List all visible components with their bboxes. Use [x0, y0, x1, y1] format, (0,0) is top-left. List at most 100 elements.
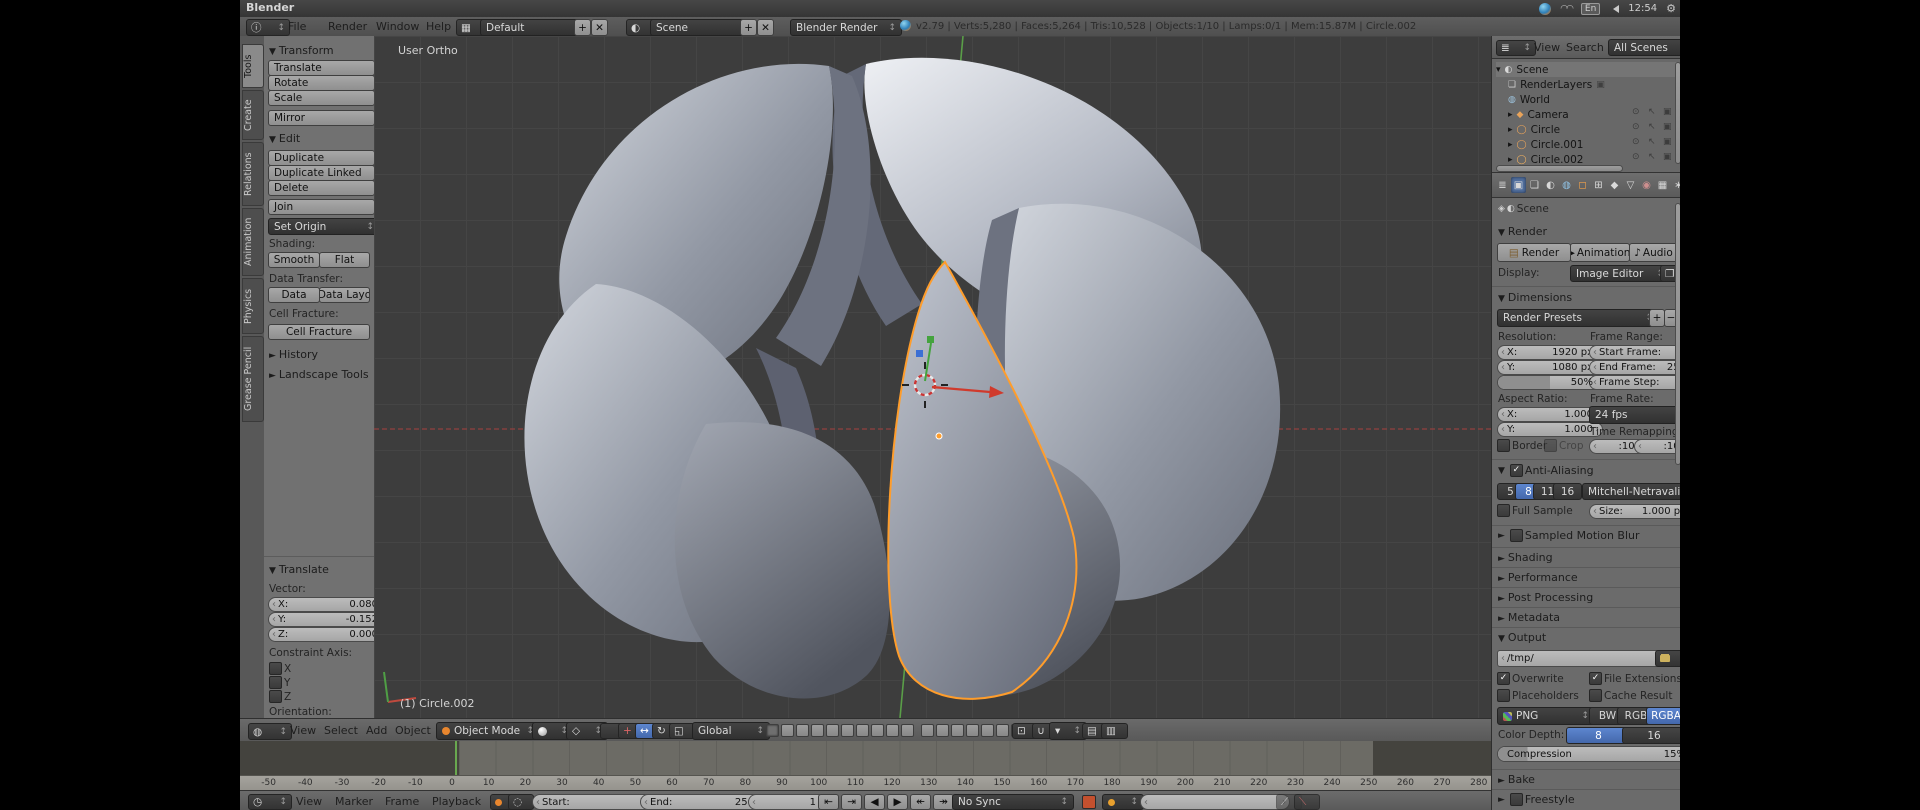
panel-header-metadata[interactable]: ►Metadata	[1498, 611, 1560, 624]
settings-gear-icon[interactable]: ⚙	[1666, 2, 1676, 15]
tab-tools[interactable]: Tools	[242, 44, 264, 88]
tab-world[interactable]: ◍	[1559, 177, 1574, 193]
animation-button[interactable]: ▸Animation	[1570, 243, 1630, 262]
wifi-icon[interactable]: ◠◠	[1560, 4, 1572, 14]
panel-header-shading[interactable]: ►Shading	[1498, 551, 1553, 564]
frame-step-field[interactable]: Frame Step:1	[1589, 375, 1680, 390]
flat-button[interactable]: Flat	[319, 252, 370, 268]
mode-selector[interactable]: Object Mode↕	[436, 722, 540, 740]
render-toggle-icon[interactable]: ▣	[1663, 122, 1672, 132]
panel-header-dimensions[interactable]: ▼Dimensions	[1498, 291, 1572, 304]
render-opengl-anim-button[interactable]: ▥	[1101, 723, 1128, 739]
scene-selector[interactable]: Scene	[650, 19, 750, 36]
crop-row[interactable]: Crop	[1544, 439, 1584, 452]
data-button[interactable]: Data	[268, 287, 320, 303]
panel-header-translate-operator[interactable]: ▼Translate	[269, 563, 329, 576]
vector-x-field[interactable]: X:0.080	[268, 597, 388, 612]
frame-rate-selector[interactable]: 24 fps↕	[1589, 406, 1680, 424]
panel-header-landscape-tools[interactable]: ►Landscape Tools	[269, 368, 369, 381]
folder-browse-button[interactable]	[1655, 650, 1680, 667]
editor-type-button[interactable]: ⓘ↕	[246, 19, 290, 36]
panel-header-bake[interactable]: ►Bake	[1498, 773, 1535, 786]
render-button[interactable]: ▤Render	[1497, 243, 1571, 262]
resolution-percentage-slider[interactable]: 50%	[1497, 375, 1603, 390]
expand-icon[interactable]: ▸	[1508, 125, 1513, 135]
end-frame-prop-field[interactable]: End Frame:250	[1589, 360, 1680, 375]
tab-create[interactable]: Create	[242, 90, 264, 140]
menu-file[interactable]: File	[288, 20, 306, 33]
render-toggle-icon[interactable]: ▣	[1596, 80, 1605, 90]
audio-button[interactable]: ♪Audio	[1629, 243, 1678, 262]
layer-toggle[interactable]	[981, 724, 994, 737]
tab-grease-pencil[interactable]: Grease Pencil	[242, 336, 264, 422]
delete-button[interactable]: Delete	[268, 180, 375, 196]
end-frame-field[interactable]: End:250	[640, 794, 764, 810]
scene-delete-button[interactable]: ✕	[757, 19, 774, 36]
start-frame-prop-field[interactable]: Start Frame:1	[1589, 345, 1680, 360]
constraint-y-row[interactable]: Y	[269, 676, 290, 689]
compression-slider[interactable]: Compression15%	[1497, 746, 1680, 762]
panel-header-history[interactable]: ►History	[269, 348, 318, 361]
properties-vscrollbar[interactable]	[1675, 203, 1680, 465]
freestyle-checkbox[interactable]	[1510, 793, 1523, 806]
layer-toggle[interactable]	[871, 724, 884, 737]
panel-header-sampled-motion-blur[interactable]: ►Sampled Motion Blur	[1498, 529, 1640, 542]
panel-header-render[interactable]: ▼Render	[1498, 225, 1547, 238]
tab-relations[interactable]: Relations	[242, 142, 264, 206]
layer-toggle[interactable]	[966, 724, 979, 737]
panel-header-post-processing[interactable]: ►Post Processing	[1498, 591, 1593, 604]
layer-toggle[interactable]	[886, 724, 899, 737]
outliner-menu-search[interactable]: Search	[1566, 41, 1604, 54]
sphere-segment[interactable]	[675, 422, 890, 698]
cache-result-row[interactable]: Cache Result	[1589, 689, 1672, 702]
timeline-band[interactable]	[240, 741, 1491, 775]
aa-filter-selector[interactable]: Mitchell-Netravali↕	[1582, 483, 1680, 500]
layer-toggle[interactable]	[901, 724, 914, 737]
constraint-x-row[interactable]: X	[269, 662, 291, 675]
expand-icon[interactable]: ▾	[1496, 65, 1501, 75]
translate-button[interactable]: Translate	[268, 60, 375, 76]
render-presets-selector[interactable]: Render Presets↕	[1497, 309, 1659, 327]
play-reverse-button[interactable]: ◀	[864, 794, 885, 810]
volume-icon[interactable]	[1609, 5, 1619, 13]
timeline-editor-type-button[interactable]: ◷↕	[248, 794, 292, 810]
tab-constraints[interactable]: ⊞	[1591, 177, 1606, 193]
full-sample-row[interactable]: Full Sample	[1497, 504, 1573, 517]
viewport-menu-add[interactable]: Add	[366, 724, 387, 737]
constraint-z-row[interactable]: Z	[269, 690, 291, 703]
scale-button[interactable]: Scale	[268, 90, 375, 106]
timeline-menu-marker[interactable]: Marker	[335, 795, 373, 808]
timeline-menu-frame[interactable]: Frame	[385, 795, 419, 808]
expand-icon[interactable]: ▸	[1508, 110, 1513, 120]
file-format-selector[interactable]: PNG↕	[1497, 707, 1595, 725]
layer-toggle[interactable]	[841, 724, 854, 737]
remap-new-field[interactable]: :100	[1634, 439, 1680, 454]
layer-toggle[interactable]	[766, 724, 779, 737]
sync-mode-selector[interactable]: No Sync↕	[952, 794, 1074, 810]
keying-ghost-toggle[interactable]: ◌	[508, 794, 534, 810]
blender-tray-icon[interactable]	[1539, 3, 1551, 15]
select-toggle-icon[interactable]: ↖	[1648, 152, 1656, 162]
menu-help[interactable]: Help	[426, 20, 451, 33]
tab-scene[interactable]: ◐	[1543, 177, 1558, 193]
layer-toggle[interactable]	[856, 724, 869, 737]
layout-add-button[interactable]: +	[574, 19, 591, 36]
cell-fracture-button[interactable]: Cell Fracture	[268, 324, 370, 340]
border-row[interactable]: Border	[1497, 439, 1547, 452]
resolution-y-field[interactable]: Y:1080 px	[1497, 360, 1603, 375]
viewport-menu-select[interactable]: Select	[324, 724, 358, 737]
placeholders-row[interactable]: Placeholders	[1497, 689, 1579, 702]
vector-z-field[interactable]: Z:0.000	[268, 627, 388, 642]
outliner-hscrollbar[interactable]	[1496, 165, 1623, 172]
panel-header-output[interactable]: ▼Output	[1498, 631, 1546, 644]
hide-toggle-icon[interactable]: ⊙	[1632, 107, 1640, 117]
jump-to-start-button[interactable]: ⇤	[818, 794, 839, 810]
play-button[interactable]: ▶	[887, 794, 908, 810]
overwrite-row[interactable]: ✓Overwrite	[1497, 672, 1564, 685]
hide-toggle-icon[interactable]: ⊙	[1632, 122, 1640, 132]
layer-toggle[interactable]	[951, 724, 964, 737]
tab-material[interactable]: ◉	[1639, 177, 1654, 193]
tab-render[interactable]: ▣	[1511, 177, 1526, 193]
z-axis-handle-tip[interactable]	[916, 350, 923, 357]
render-toggle-icon[interactable]: ▣	[1663, 107, 1672, 117]
